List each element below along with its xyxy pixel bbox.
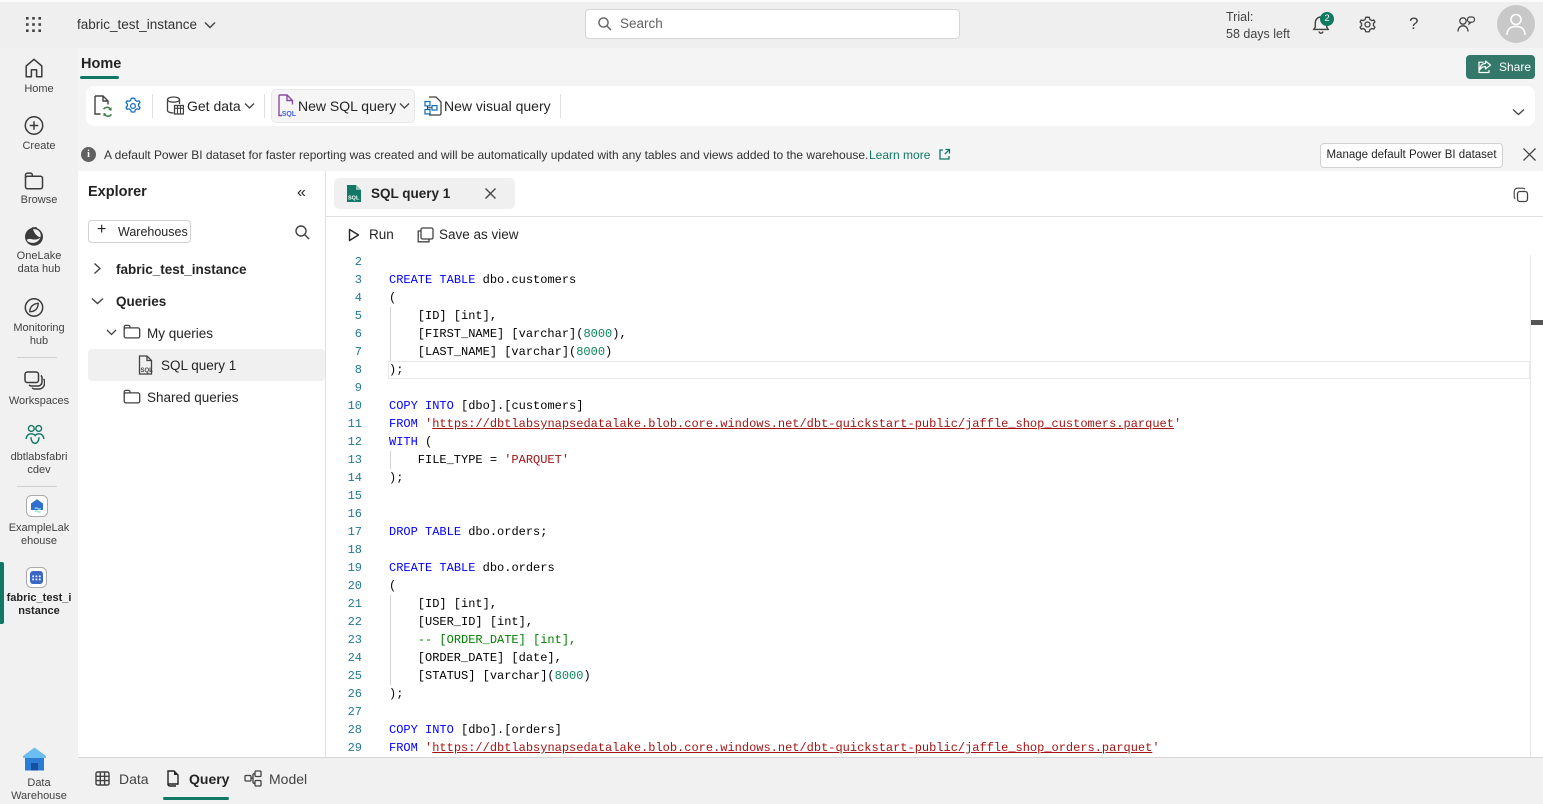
svg-text:SQL: SQL	[348, 196, 360, 202]
svg-text:SQL: SQL	[141, 368, 154, 374]
svg-text:SQL: SQL	[282, 111, 296, 117]
